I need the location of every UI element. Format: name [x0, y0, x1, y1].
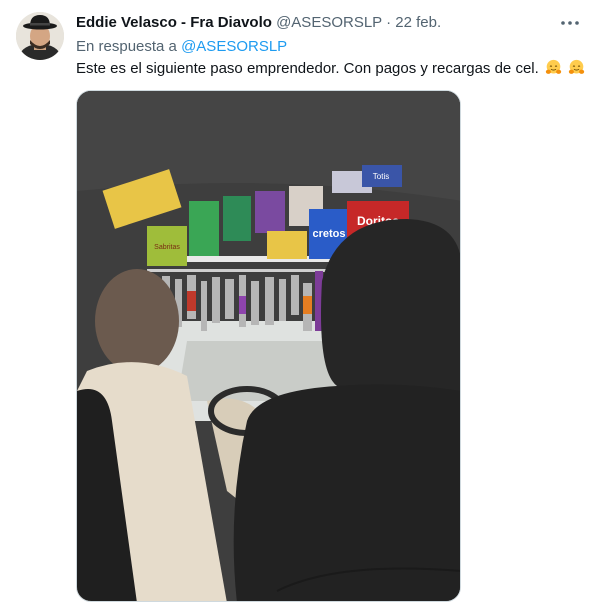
reply-context: En respuesta a @ASESORSLP — [76, 37, 287, 57]
snack-label-cretos: cretos — [312, 228, 345, 240]
snack-label-totis: Totis — [373, 172, 389, 181]
tweet-photo[interactable]: Doritos cretos Totis Sabritas — [76, 90, 461, 602]
hugging-face-icon — [545, 59, 562, 74]
tweet-text: Este es el siguiente paso emprendedor. C… — [76, 59, 585, 79]
separator-dot: · — [386, 14, 392, 31]
avatar[interactable] — [16, 12, 64, 60]
reply-to-link[interactable]: @ASESORSLP — [181, 38, 287, 55]
tweet-date[interactable]: 22 feb. — [395, 14, 441, 31]
tweet[interactable]: Eddie Velasco - Fra Diavolo @ASESORSLP ·… — [0, 0, 596, 615]
snack-label-sabritas: Sabritas — [154, 244, 180, 251]
more-options-button[interactable] — [558, 12, 582, 34]
hugging-face-icon — [568, 59, 585, 74]
reply-prefix: En respuesta a — [76, 38, 177, 55]
avatar-image — [16, 12, 64, 60]
tweet-header: Eddie Velasco - Fra Diavolo @ASESORSLP ·… — [76, 13, 556, 33]
user-handle[interactable]: @ASESORSLP — [276, 14, 382, 31]
tweet-body: Este es el siguiente paso emprendedor. C… — [76, 60, 539, 77]
car-interior-photo: Doritos cretos Totis Sabritas — [77, 91, 460, 601]
ellipsis-icon — [561, 21, 579, 25]
display-name[interactable]: Eddie Velasco - Fra Diavolo — [76, 14, 272, 31]
